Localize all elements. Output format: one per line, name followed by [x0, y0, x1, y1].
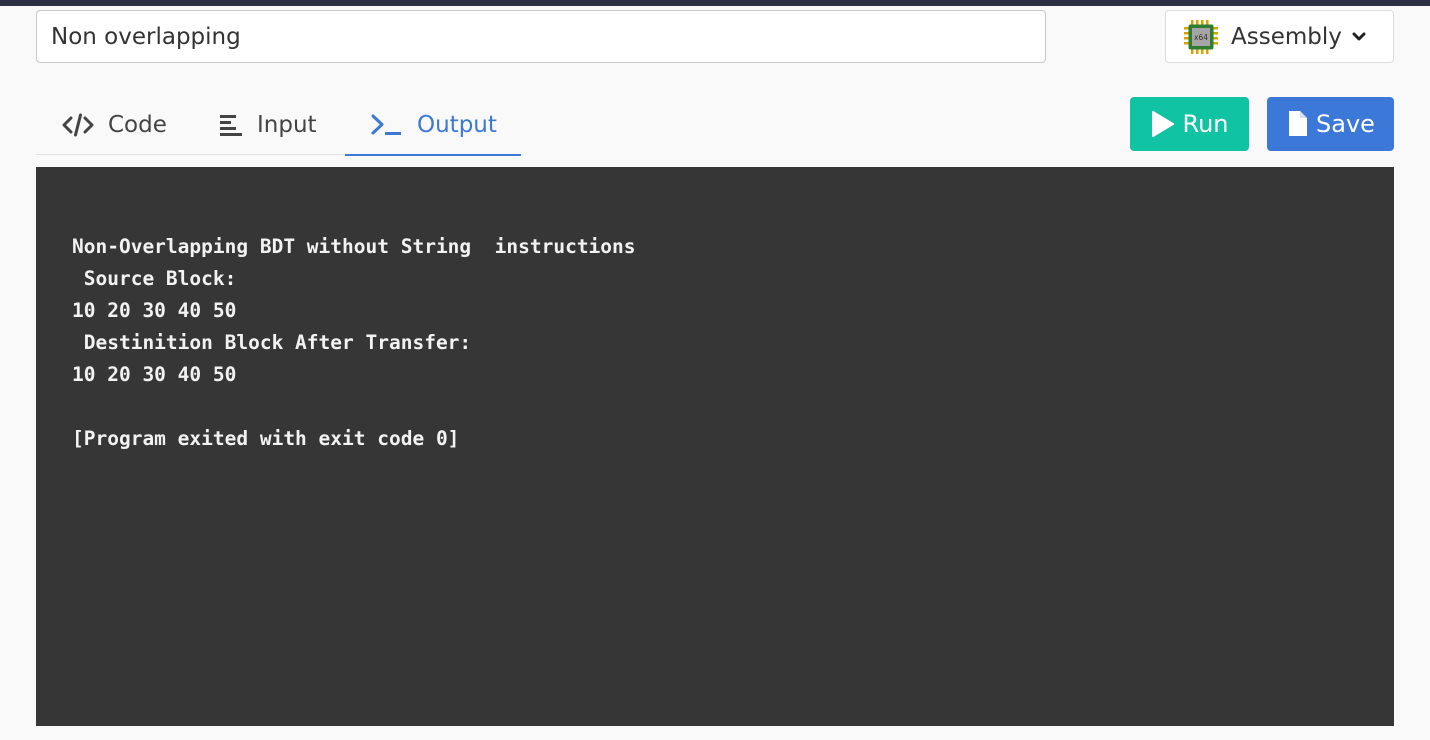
run-button[interactable]: Run: [1130, 97, 1249, 151]
output-line: Source Block:: [72, 267, 237, 290]
output-line: Non-Overlapping BDT without String instr…: [72, 235, 636, 258]
chip-label: x64: [1194, 33, 1208, 42]
tab-code-label: Code: [108, 112, 167, 138]
editor-tabs: Code Input Output: [36, 95, 521, 156]
program-title-input[interactable]: [36, 10, 1046, 63]
tab-output[interactable]: Output: [345, 95, 521, 156]
align-left-icon: [220, 115, 242, 136]
tab-input[interactable]: Input: [219, 95, 317, 155]
output-line: [Program exited with exit code 0]: [72, 427, 460, 450]
file-icon: [1289, 111, 1308, 136]
tab-input-label: Input: [257, 112, 317, 138]
tab-code[interactable]: Code: [62, 95, 167, 155]
output-line: Destinition Block After Transfer:: [72, 331, 472, 354]
save-button[interactable]: Save: [1267, 97, 1394, 151]
output-line: 10 20 30 40 50: [72, 363, 237, 386]
language-label: Assembly: [1231, 23, 1342, 50]
language-select[interactable]: x64 Assembly: [1165, 10, 1394, 63]
chevron-down-icon: [1352, 32, 1366, 40]
x64-chip-icon: x64: [1184, 19, 1218, 54]
save-button-label: Save: [1316, 110, 1375, 138]
tab-output-label: Output: [417, 111, 497, 138]
top-strip: [0, 0, 1430, 6]
output-console: Non-Overlapping BDT without String instr…: [36, 167, 1394, 726]
play-icon: [1152, 111, 1175, 137]
output-line: 10 20 30 40 50: [72, 299, 237, 322]
terminal-icon: [371, 114, 401, 135]
code-icon: [62, 113, 94, 137]
run-button-label: Run: [1182, 110, 1229, 138]
